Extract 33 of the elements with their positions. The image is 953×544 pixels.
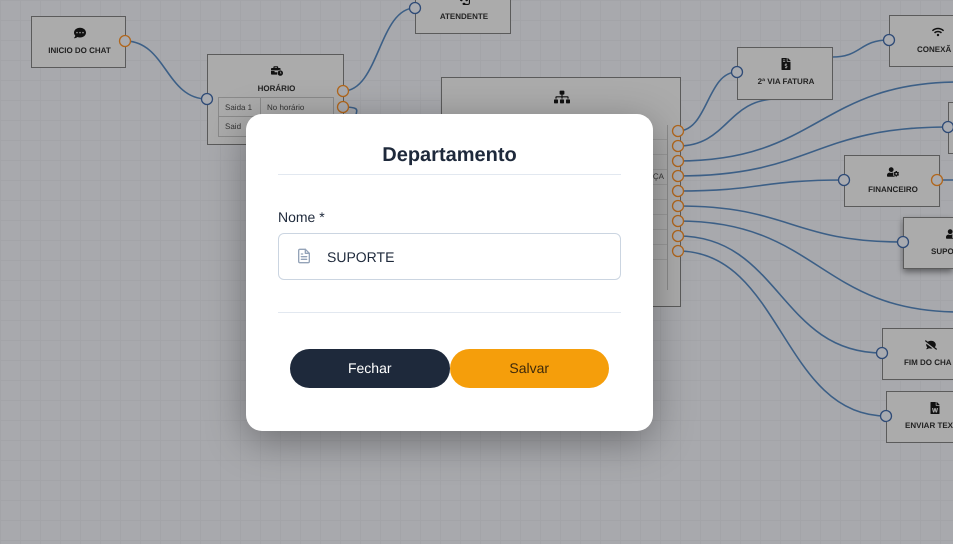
close-button[interactable]: Fechar — [290, 349, 450, 388]
node-label: FIM DO CHA — [904, 359, 952, 367]
node-label: CONEXÃ — [917, 46, 952, 54]
invoice-icon — [780, 58, 792, 70]
user-gear-icon — [887, 166, 899, 178]
save-button[interactable]: Salvar — [450, 349, 609, 388]
chat-off-icon — [925, 339, 937, 351]
node-label: FINANCEIRO — [867, 186, 919, 194]
flow-node[interactable]: ENVIAR TEX — [886, 391, 953, 443]
hierarchy-icon — [554, 89, 570, 105]
dialog-title: Departamento — [381, 143, 518, 168]
node-label: HORÁRIO — [256, 85, 296, 93]
flow-node[interactable]: SUPO — [903, 217, 953, 269]
flow-node[interactable]: INICIO DO CHAT — [31, 16, 126, 68]
document-icon — [296, 248, 312, 264]
node-label: SUPO — [931, 248, 953, 256]
name-input-field[interactable]: SUPORTE — [278, 233, 621, 280]
briefcase-clock-icon — [270, 65, 282, 77]
node-label: ATENDENTE — [438, 13, 490, 21]
chat-icon — [74, 27, 86, 39]
node-label: 2ª VIA FATURA — [756, 78, 816, 86]
flow-node[interactable]: FINANCEIRO — [844, 155, 940, 207]
field-label: Nome * — [278, 208, 325, 226]
table-cell: ÇA — [652, 171, 664, 183]
node-label: ENVIAR TEX — [905, 422, 953, 430]
flow-node[interactable]: CONEXÃ — [889, 15, 953, 67]
flow-node[interactable]: FIM DO CHA — [882, 328, 953, 380]
wifi-icon — [932, 26, 944, 38]
node-label: INICIO DO CHAT — [47, 47, 112, 55]
flow-node[interactable]: 2ª VIA FATURA — [737, 47, 833, 100]
flow-node[interactable]: ATENDENTE — [415, 0, 511, 34]
word-file-icon — [929, 402, 941, 414]
table-cell-text: No horário — [266, 102, 306, 114]
